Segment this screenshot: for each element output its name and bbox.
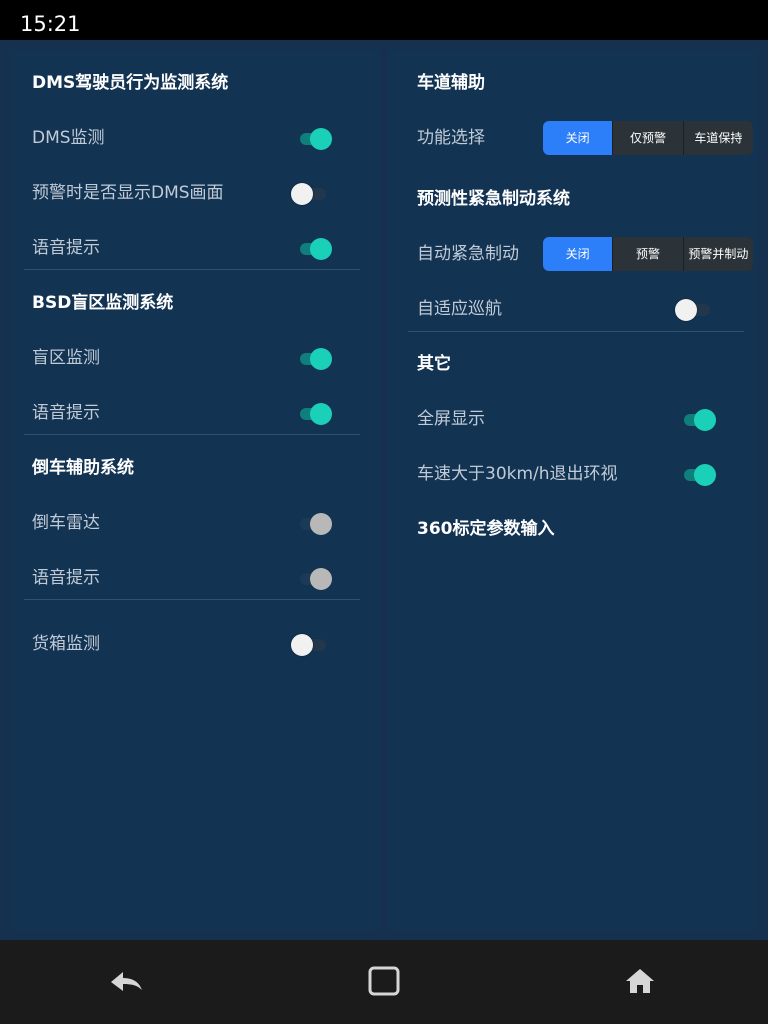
section-divider xyxy=(24,269,360,270)
aeb-mode-selector[interactable]: 关闭 预警 预警并制动 xyxy=(543,237,753,271)
lane-section-header: 车道辅助 xyxy=(388,56,758,111)
navigation-bar xyxy=(0,940,768,1024)
toggle-thumb xyxy=(675,299,697,321)
fullscreen-label: 全屏显示 xyxy=(417,409,485,429)
reverse-section-header: 倒车辅助系统 xyxy=(10,441,380,496)
lane-option-warn-only[interactable]: 仅预警 xyxy=(612,121,682,155)
lane-section-title: 车道辅助 xyxy=(417,73,485,93)
aeb-option-warn-brake[interactable]: 预警并制动 xyxy=(682,237,753,271)
reverse-section-title: 倒车辅助系统 xyxy=(32,458,134,478)
toggle-thumb xyxy=(310,128,332,150)
status-time: 15:21 xyxy=(20,12,81,36)
aeb-option-off[interactable]: 关闭 xyxy=(543,237,613,271)
status-bar: 15:21 xyxy=(0,0,768,40)
reverse-voice-label: 语音提示 xyxy=(32,568,100,588)
aeb-option-warn[interactable]: 预警 xyxy=(612,237,682,271)
toggle-thumb xyxy=(310,238,332,260)
acc-row: 自适应巡航 xyxy=(388,282,758,337)
toggle-thumb xyxy=(291,183,313,205)
recents-icon[interactable] xyxy=(364,966,404,998)
cargo-monitor-row: 货箱监测 xyxy=(10,617,380,672)
reverse-voice-toggle[interactable] xyxy=(300,567,334,591)
reverse-radar-row: 倒车雷达 xyxy=(10,496,380,551)
section-divider xyxy=(24,434,360,435)
dms-show-screen-row: 预警时是否显示DMS画面 xyxy=(10,166,380,221)
dms-show-screen-label: 预警时是否显示DMS画面 xyxy=(32,183,224,203)
reverse-radar-toggle[interactable] xyxy=(300,512,334,536)
bsd-monitor-label: 盲区监测 xyxy=(32,348,100,368)
lane-option-off[interactable]: 关闭 xyxy=(543,121,613,155)
section-divider xyxy=(408,331,744,332)
dms-section-title: DMS驾驶员行为监测系统 xyxy=(32,73,229,93)
reverse-voice-row: 语音提示 xyxy=(10,551,380,606)
dms-voice-toggle[interactable] xyxy=(300,237,334,261)
dms-monitor-row: DMS监测 xyxy=(10,111,380,166)
back-icon[interactable] xyxy=(107,966,147,998)
dms-section-header: DMS驾驶员行为监测系统 xyxy=(10,56,380,111)
aeb-auto-brake-row: 自动紧急制动 关闭 预警 预警并制动 xyxy=(388,227,758,282)
dms-show-screen-toggle[interactable] xyxy=(291,182,326,206)
bsd-section-header: BSD盲区监测系统 xyxy=(10,276,380,331)
dms-voice-row: 语音提示 xyxy=(10,221,380,276)
cargo-monitor-toggle[interactable] xyxy=(291,633,326,657)
calibration-row[interactable]: 360标定参数输入 xyxy=(388,502,758,557)
fullscreen-row: 全屏显示 xyxy=(388,392,758,447)
bsd-monitor-row: 盲区监测 xyxy=(10,331,380,386)
aeb-auto-brake-label: 自动紧急制动 xyxy=(417,244,519,264)
acc-toggle[interactable] xyxy=(675,298,710,322)
speed-exit-toggle[interactable] xyxy=(684,463,718,487)
lane-option-keep[interactable]: 车道保持 xyxy=(682,121,753,155)
fullscreen-toggle[interactable] xyxy=(684,408,718,432)
toggle-thumb xyxy=(310,568,332,590)
bsd-voice-toggle[interactable] xyxy=(300,402,334,426)
lane-function-label: 功能选择 xyxy=(417,128,485,148)
acc-label: 自适应巡航 xyxy=(417,299,502,319)
toggle-thumb xyxy=(310,513,332,535)
dms-monitor-toggle[interactable] xyxy=(300,127,334,151)
toggle-thumb xyxy=(291,634,313,656)
speed-exit-label: 车速大于30km/h退出环视 xyxy=(417,464,618,484)
bsd-section-title: BSD盲区监测系统 xyxy=(32,293,174,313)
other-section-title: 其它 xyxy=(417,354,451,374)
cargo-monitor-label: 货箱监测 xyxy=(32,634,100,654)
reverse-radar-label: 倒车雷达 xyxy=(32,513,100,533)
home-icon[interactable] xyxy=(620,966,660,998)
bsd-voice-row: 语音提示 xyxy=(10,386,380,441)
bsd-monitor-toggle[interactable] xyxy=(300,347,334,371)
dms-monitor-label: DMS监测 xyxy=(32,128,105,148)
toggle-thumb xyxy=(310,348,332,370)
lane-function-selector[interactable]: 关闭 仅预警 车道保持 xyxy=(543,121,753,155)
speed-exit-row: 车速大于30km/h退出环视 xyxy=(388,447,758,502)
right-settings-panel: 车道辅助 功能选择 关闭 仅预警 车道保持 预测性紧急制动系统 自动紧急制动 关… xyxy=(388,50,758,930)
bsd-voice-label: 语音提示 xyxy=(32,403,100,423)
calibration-link[interactable]: 360标定参数输入 xyxy=(417,502,555,557)
dms-voice-label: 语音提示 xyxy=(32,238,100,258)
aeb-section-header: 预测性紧急制动系统 xyxy=(388,172,758,227)
aeb-section-title: 预测性紧急制动系统 xyxy=(417,189,570,209)
toggle-thumb xyxy=(694,409,716,431)
toggle-thumb xyxy=(310,403,332,425)
toggle-thumb xyxy=(694,464,716,486)
other-section-header: 其它 xyxy=(388,337,758,392)
left-settings-panel: DMS驾驶员行为监测系统 DMS监测 预警时是否显示DMS画面 语音提示 BSD… xyxy=(10,50,380,930)
section-divider xyxy=(24,599,360,600)
lane-function-row: 功能选择 关闭 仅预警 车道保持 xyxy=(388,111,758,166)
